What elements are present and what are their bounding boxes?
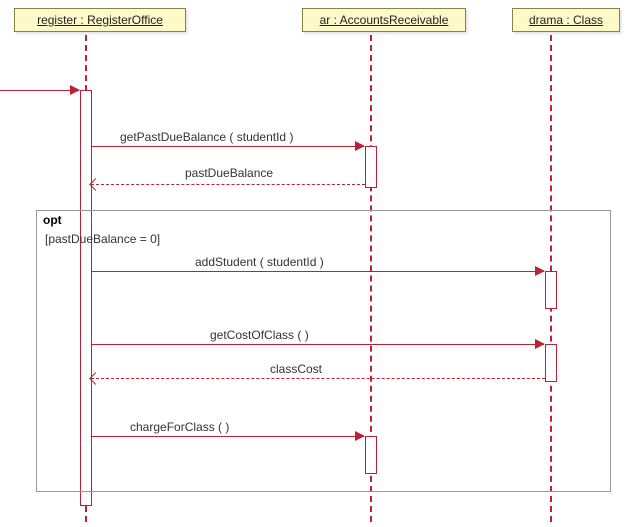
activation-drama-2 bbox=[545, 344, 557, 382]
msg-chargeForClass bbox=[91, 436, 364, 437]
msg-getPastDueBalance-label: getPastDueBalance ( studentId ) bbox=[120, 130, 293, 144]
sequence-diagram: { "participants": { "register": {"label"… bbox=[0, 0, 626, 527]
activation-ar-1 bbox=[365, 146, 377, 188]
msg-chargeForClass-label: chargeForClass ( ) bbox=[130, 420, 229, 434]
participant-drama-label: drama : Class bbox=[529, 13, 603, 27]
msg-addStudent bbox=[91, 271, 544, 272]
msg-getCostOfClass-arrow bbox=[535, 339, 545, 349]
participant-ar-label: ar : AccountsReceivable bbox=[320, 13, 449, 27]
participant-register: register : RegisterOffice bbox=[14, 8, 186, 32]
activation-ar-2 bbox=[365, 436, 377, 474]
msg-getCostOfClass bbox=[91, 344, 544, 345]
ret-pastDueBalance-label: pastDueBalance bbox=[185, 166, 273, 180]
msg-addStudent-arrow bbox=[535, 266, 545, 276]
external-call-arrow bbox=[70, 85, 80, 95]
frame-opt: opt bbox=[36, 210, 611, 492]
participant-ar: ar : AccountsReceivable bbox=[302, 8, 466, 32]
msg-chargeForClass-arrow bbox=[355, 431, 365, 441]
activation-drama-1 bbox=[545, 271, 557, 309]
participant-drama: drama : Class bbox=[512, 8, 620, 32]
msg-getCostOfClass-label: getCostOfClass ( ) bbox=[210, 328, 309, 342]
external-call bbox=[0, 90, 79, 91]
ret-pastDueBalance bbox=[91, 184, 365, 185]
frame-opt-guard: [pastDueBalance = 0] bbox=[45, 232, 160, 246]
participant-register-label: register : RegisterOffice bbox=[37, 13, 163, 27]
frame-opt-operator: opt bbox=[36, 210, 76, 229]
ret-classCost bbox=[91, 378, 545, 379]
ret-classCost-label: classCost bbox=[270, 362, 322, 376]
msg-getPastDueBalance bbox=[91, 146, 364, 147]
msg-addStudent-label: addStudent ( studentId ) bbox=[195, 255, 324, 269]
msg-getPastDueBalance-arrow bbox=[355, 141, 365, 151]
